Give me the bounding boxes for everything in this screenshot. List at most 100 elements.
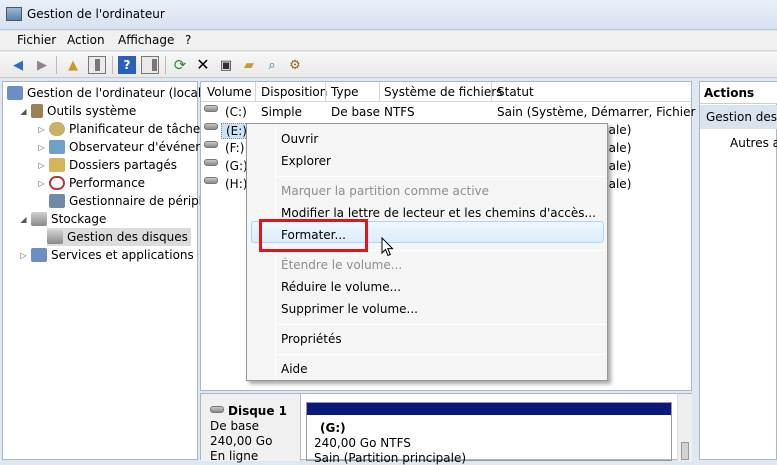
- navigation-tree: Gestion de l'ordinateur (local) ◢ Outils…: [2, 81, 214, 460]
- menu-item-ouvrir[interactable]: Ouvrir: [281, 132, 318, 146]
- menu-fichier[interactable]: Fichier: [17, 33, 56, 47]
- drive-icon: [204, 123, 218, 130]
- layout-cell: Simple: [261, 105, 302, 119]
- menu-affichage[interactable]: Affichage: [118, 33, 174, 47]
- event-viewer-icon: [49, 140, 65, 154]
- volume-list-header: Volume Disposition Type Système de fichi…: [201, 82, 691, 102]
- tools-icon: [31, 104, 43, 118]
- context-menu: Ouvrir Explorer Marquer la partition com…: [246, 123, 608, 381]
- actions-section-label: Gestion des d: [706, 110, 777, 124]
- clock-icon: [49, 122, 65, 136]
- partition-letter: (G:): [320, 421, 346, 435]
- expand-arrow-icon[interactable]: ▷: [37, 143, 46, 152]
- expand-arrow-icon[interactable]: ◢: [19, 215, 28, 224]
- column-header-type[interactable]: Type: [331, 85, 359, 99]
- actions-section[interactable]: Gestion des d: [700, 105, 777, 129]
- forward-arrow-icon[interactable]: ▶: [33, 56, 51, 74]
- scrollbar-thumb[interactable]: [681, 442, 689, 460]
- partition-box[interactable]: (G:) 240,00 Go NTFS Sain (Partition prin…: [306, 402, 672, 465]
- show-hide-action-pane-icon[interactable]: [141, 56, 159, 74]
- tree-item-label: Gestionnaire de périphé: [69, 194, 214, 208]
- expand-arrow-icon[interactable]: ▷: [37, 179, 46, 188]
- tree-item-label: Stockage: [51, 212, 107, 226]
- menu-action[interactable]: Action: [67, 33, 105, 47]
- column-header-volume[interactable]: Volume: [207, 85, 252, 99]
- partition-status: Sain (Partition principale): [314, 451, 467, 465]
- toolbar-separator: [56, 56, 57, 74]
- tree-item-performance[interactable]: ▷ Performance: [37, 174, 145, 192]
- toolbar-separator: [165, 56, 166, 74]
- export-icon[interactable]: ⚙: [286, 56, 304, 74]
- partition-bar: [307, 403, 671, 415]
- drive-icon: [204, 141, 218, 148]
- storage-icon: [31, 212, 47, 226]
- vertical-scrollbar[interactable]: [677, 394, 692, 461]
- menu-separator: [277, 176, 605, 177]
- shared-folder-icon: [49, 158, 65, 172]
- properties-icon[interactable]: ▣: [217, 56, 235, 74]
- drive-icon: [204, 159, 218, 166]
- menu-item-properties[interactable]: Propriétés: [281, 332, 342, 346]
- menu-gutter: [275, 126, 276, 378]
- disk-size: 240,00 Go: [210, 434, 273, 448]
- expand-arrow-icon[interactable]: ◢: [19, 107, 28, 116]
- table-row[interactable]: (C:) Simple De base NTFS Sain (Système, …: [201, 103, 724, 121]
- menu-separator: [277, 354, 605, 355]
- services-icon: [31, 248, 47, 262]
- tree-item-computer-management[interactable]: Gestion de l'ordinateur (local): [7, 84, 206, 102]
- expand-arrow-icon[interactable]: ▷: [19, 251, 28, 260]
- partition-size: 240,00 Go NTFS: [314, 436, 411, 450]
- menu-item-help[interactable]: Aide: [281, 362, 308, 376]
- disk-state: En ligne: [210, 449, 259, 463]
- expand-arrow-icon[interactable]: ▷: [37, 125, 46, 134]
- tree-item-device-manager[interactable]: Gestionnaire de périphé: [49, 192, 214, 210]
- status-cell: Sain (Système, Démarrer, Fichier d'éc: [497, 105, 725, 119]
- tree-item-label: Planificateur de tâches: [69, 122, 207, 136]
- menu-item-delete-volume[interactable]: Supprimer le volume...: [281, 302, 418, 316]
- tree-item-disk-management[interactable]: Gestion des disques: [47, 228, 191, 246]
- help-icon[interactable]: ?: [118, 56, 136, 74]
- disk-name: Disque 1: [228, 404, 288, 418]
- disk-kind: De base: [210, 419, 260, 433]
- expand-arrow-icon[interactable]: ▷: [37, 161, 46, 170]
- back-arrow-icon[interactable]: ◀: [9, 56, 27, 74]
- volume-cell: (H:): [225, 177, 248, 191]
- column-header-status[interactable]: Statut: [497, 85, 534, 99]
- search-icon[interactable]: ⌕: [263, 56, 281, 74]
- up-folder-icon[interactable]: ▲: [64, 56, 82, 74]
- filesystem-cell: NTFS: [384, 105, 415, 119]
- tree-item-task-scheduler[interactable]: ▷ Planificateur de tâches: [37, 120, 207, 138]
- menu-item-explorer[interactable]: Explorer: [281, 154, 331, 168]
- tree-item-label: Dossiers partagés: [69, 158, 178, 172]
- column-header-layout[interactable]: Disposition: [261, 85, 327, 99]
- actions-pane: Actions Gestion des d Autres ac: [699, 81, 777, 460]
- drive-icon: [204, 177, 218, 184]
- toolbar-separator: [112, 56, 113, 74]
- column-header-filesystem[interactable]: Système de fichiers: [384, 85, 502, 99]
- menu-item-extend-volume[interactable]: Étendre le volume...: [281, 258, 402, 272]
- tree-item-label: Observateur d'événeme: [69, 140, 215, 154]
- tree-item-label: Outils système: [47, 104, 137, 118]
- menu-item-change-drive-letter[interactable]: Modifier la lettre de lecteur et les che…: [281, 206, 596, 220]
- computer-management-icon: [6, 7, 22, 21]
- performance-icon: [49, 176, 65, 190]
- refresh-icon[interactable]: ⟳: [171, 56, 189, 74]
- window-title: Gestion de l'ordinateur: [27, 7, 165, 21]
- tree-item-storage[interactable]: ◢ Stockage: [19, 210, 106, 228]
- volume-cell: (C:): [225, 105, 247, 119]
- show-hide-tree-icon[interactable]: [88, 56, 106, 74]
- disk-info-panel[interactable]: Disque 1 De base 240,00 Go En ligne: [201, 394, 301, 463]
- tree-item-services-applications[interactable]: ▷ Services et applications: [19, 246, 194, 264]
- tree-item-system-tools[interactable]: ◢ Outils système: [19, 102, 136, 120]
- menu-item-mark-active[interactable]: Marquer la partition comme active: [281, 184, 489, 198]
- disk-graphical-view: Disque 1 De base 240,00 Go En ligne (G:)…: [200, 393, 692, 465]
- delete-icon[interactable]: ✕: [194, 56, 212, 74]
- open-icon[interactable]: ▰: [240, 56, 258, 74]
- menu-separator: [277, 324, 605, 325]
- tree-item-event-viewer[interactable]: ▷ Observateur d'événeme: [37, 138, 214, 156]
- actions-more-link[interactable]: Autres ac: [730, 136, 777, 150]
- device-manager-icon: [49, 194, 65, 208]
- tree-item-shared-folders[interactable]: ▷ Dossiers partagés: [37, 156, 177, 174]
- menu-help[interactable]: ?: [185, 33, 191, 47]
- menu-item-shrink-volume[interactable]: Réduire le volume...: [281, 280, 401, 294]
